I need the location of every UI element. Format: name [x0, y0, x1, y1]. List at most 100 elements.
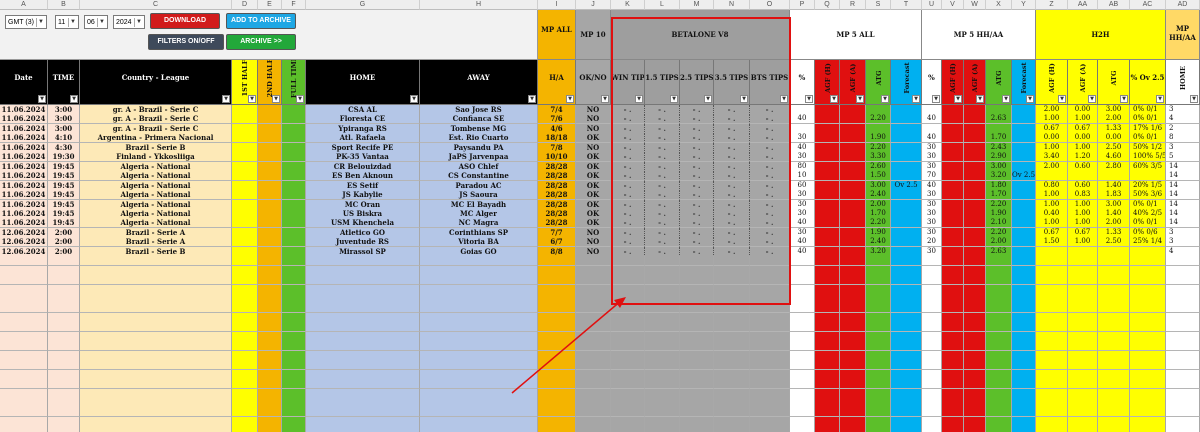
column-header-aa[interactable]: AA: [1068, 0, 1098, 10]
filter-dropdown-icon[interactable]: ▼: [912, 95, 920, 103]
year-select[interactable]: 2024 ▼: [113, 15, 145, 29]
cell-b[interactable]: [48, 426, 80, 432]
cell-ab[interactable]: [1098, 426, 1130, 432]
header-date: Date ▼: [0, 60, 48, 105]
filter-dropdown-icon[interactable]: ▼: [248, 95, 256, 103]
add-to-archive-button[interactable]: ADD TO ARCHIVE: [226, 13, 296, 29]
cell-u[interactable]: [922, 426, 942, 432]
filter-dropdown-icon[interactable]: ▼: [222, 95, 230, 103]
cell-w[interactable]: [964, 426, 986, 432]
column-header-u[interactable]: U: [922, 0, 942, 10]
cell-n[interactable]: [714, 426, 750, 432]
cell-h[interactable]: [420, 426, 538, 432]
filter-dropdown-icon[interactable]: ▼: [70, 95, 78, 103]
header-mp-home: HOME ▼: [1166, 60, 1200, 105]
filters-toggle-button[interactable]: FILTERS ON/OFF: [148, 34, 224, 50]
column-header-t[interactable]: T: [891, 0, 922, 10]
filter-dropdown-icon[interactable]: ▼: [528, 95, 536, 103]
filter-dropdown-icon[interactable]: ▼: [601, 95, 609, 103]
cell-s[interactable]: [866, 426, 891, 432]
cell-p[interactable]: [790, 426, 815, 432]
download-button[interactable]: DOWNLOAD: [150, 13, 220, 29]
chevron-down-icon[interactable]: ▼: [97, 18, 106, 27]
column-header-ab[interactable]: AB: [1098, 0, 1130, 10]
filter-dropdown-icon[interactable]: ▼: [856, 95, 864, 103]
column-header-i[interactable]: I: [538, 0, 576, 10]
column-header-q[interactable]: Q: [815, 0, 840, 10]
cell-i[interactable]: [538, 426, 576, 432]
cell-x[interactable]: [986, 426, 1012, 432]
cell-f[interactable]: [282, 426, 306, 432]
cell-e[interactable]: [258, 426, 282, 432]
cell-r[interactable]: [840, 426, 866, 432]
column-header-s[interactable]: S: [866, 0, 891, 10]
column-header-k[interactable]: K: [611, 0, 645, 10]
cell-l[interactable]: [645, 426, 680, 432]
cell-g[interactable]: [306, 426, 420, 432]
cell-d[interactable]: [232, 426, 258, 432]
filter-dropdown-icon[interactable]: ▼: [830, 95, 838, 103]
column-header-b[interactable]: B: [48, 0, 80, 10]
column-header-r[interactable]: R: [840, 0, 866, 10]
filter-dropdown-icon[interactable]: ▼: [1002, 95, 1010, 103]
filter-dropdown-icon[interactable]: ▼: [296, 95, 304, 103]
cell-k[interactable]: [611, 426, 645, 432]
filter-dropdown-icon[interactable]: ▼: [410, 95, 418, 103]
cell-aa[interactable]: [1068, 426, 1098, 432]
cell-c[interactable]: [80, 426, 232, 432]
cell-a[interactable]: [0, 426, 48, 432]
column-header-h[interactable]: H: [420, 0, 538, 10]
cell-ad[interactable]: [1166, 426, 1200, 432]
column-header-o[interactable]: O: [750, 0, 790, 10]
filter-dropdown-icon[interactable]: ▼: [1156, 95, 1164, 103]
column-header-y[interactable]: Y: [1012, 0, 1036, 10]
filter-dropdown-icon[interactable]: ▼: [272, 95, 280, 103]
column-header-f[interactable]: F: [282, 0, 306, 10]
column-header-w[interactable]: W: [964, 0, 986, 10]
column-header-c[interactable]: C: [80, 0, 232, 10]
timezone-select[interactable]: GMT (3) ▼: [5, 15, 47, 29]
column-header-v[interactable]: V: [942, 0, 964, 10]
day-select[interactable]: 11 ▼: [55, 15, 79, 29]
filter-dropdown-icon[interactable]: ▼: [976, 95, 984, 103]
cell-v[interactable]: [942, 426, 964, 432]
filter-dropdown-icon[interactable]: ▼: [1026, 95, 1034, 103]
column-header-a[interactable]: A: [0, 0, 48, 10]
cell-o[interactable]: [750, 426, 790, 432]
column-header-p[interactable]: P: [790, 0, 815, 10]
filter-dropdown-icon[interactable]: ▼: [1120, 95, 1128, 103]
column-header-ad[interactable]: AD: [1166, 0, 1200, 10]
archive-button[interactable]: ARCHIVE >>: [226, 34, 296, 50]
chevron-down-icon[interactable]: ▼: [134, 18, 143, 27]
chevron-down-icon[interactable]: ▼: [68, 18, 77, 27]
column-header-ac[interactable]: AC: [1130, 0, 1166, 10]
cell-ac[interactable]: [1130, 426, 1166, 432]
column-header-x[interactable]: X: [986, 0, 1012, 10]
filter-dropdown-icon[interactable]: ▼: [932, 95, 940, 103]
column-header-z[interactable]: Z: [1036, 0, 1068, 10]
cell-y[interactable]: [1012, 426, 1036, 432]
column-header-e[interactable]: E: [258, 0, 282, 10]
filter-dropdown-icon[interactable]: ▼: [805, 95, 813, 103]
cell-t[interactable]: [891, 426, 922, 432]
filter-dropdown-icon[interactable]: ▼: [881, 95, 889, 103]
cell-z[interactable]: [1036, 426, 1068, 432]
filter-dropdown-icon[interactable]: ▼: [1190, 95, 1198, 103]
column-header-j[interactable]: J: [576, 0, 611, 10]
filter-dropdown-icon[interactable]: ▼: [1058, 95, 1066, 103]
column-header-n[interactable]: N: [714, 0, 750, 10]
header-mp5-atg-label: ATG: [874, 70, 883, 86]
filter-dropdown-icon[interactable]: ▼: [954, 95, 962, 103]
filter-dropdown-icon[interactable]: ▼: [566, 95, 574, 103]
chevron-down-icon[interactable]: ▼: [36, 18, 45, 27]
cell-m[interactable]: [680, 426, 714, 432]
filter-dropdown-icon[interactable]: ▼: [1088, 95, 1096, 103]
cell-q[interactable]: [815, 426, 840, 432]
cell-j[interactable]: [576, 426, 611, 432]
column-header-m[interactable]: M: [680, 0, 714, 10]
column-header-d[interactable]: D: [232, 0, 258, 10]
column-header-g[interactable]: G: [306, 0, 420, 10]
month-select[interactable]: 06 ▼: [84, 15, 108, 29]
column-header-l[interactable]: L: [645, 0, 680, 10]
filter-dropdown-icon[interactable]: ▼: [38, 95, 46, 103]
